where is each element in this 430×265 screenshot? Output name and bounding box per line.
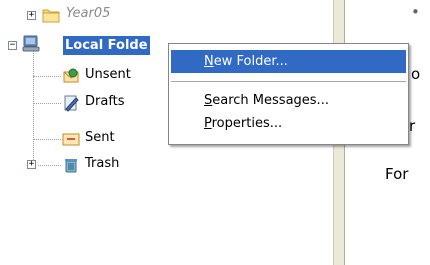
- computer-icon: [22, 35, 40, 52]
- menu-label: earch Messages...: [212, 93, 329, 108]
- bullet: •: [411, 3, 420, 21]
- tree-line: [33, 36, 34, 164]
- tree-item-trash[interactable]: Trash: [85, 156, 119, 171]
- trash-icon: [65, 159, 77, 173]
- menu-item-search-messages[interactable]: Search Messages...: [171, 89, 406, 112]
- tree-line: [33, 103, 61, 104]
- menu-mnemonic: P: [204, 116, 212, 131]
- menu-separator: [171, 81, 406, 82]
- tree-line: [33, 139, 61, 140]
- context-menu: New Folder... Search Messages... Propert…: [168, 43, 409, 145]
- collapse-toggle[interactable]: −: [8, 41, 17, 50]
- tree-item-drafts[interactable]: Drafts: [85, 94, 125, 109]
- content-text: For: [385, 165, 409, 183]
- sent-icon: [62, 133, 80, 146]
- expand-toggle[interactable]: +: [27, 160, 36, 169]
- tree-item-local-folders[interactable]: Local Folde: [62, 35, 151, 56]
- content-text: r: [409, 117, 416, 135]
- menu-label: roperties...: [211, 116, 283, 131]
- folder-icon: [42, 9, 60, 23]
- expand-toggle[interactable]: +: [27, 11, 36, 20]
- menu-item-properties[interactable]: Properties...: [171, 112, 406, 135]
- menu-item-new-folder[interactable]: New Folder...: [171, 50, 406, 73]
- drafts-icon: [64, 95, 79, 112]
- unsent-icon: [63, 68, 79, 83]
- tree-line: [38, 165, 61, 166]
- content-text: o: [411, 65, 421, 83]
- tree-item-sent[interactable]: Sent: [85, 130, 115, 145]
- tree-line: [33, 76, 61, 77]
- menu-label: ew Folder...: [213, 54, 288, 69]
- tree-item-unsent[interactable]: Unsent: [85, 67, 131, 82]
- tree-item-year05[interactable]: Year05: [66, 6, 110, 21]
- menu-mnemonic: N: [204, 54, 214, 69]
